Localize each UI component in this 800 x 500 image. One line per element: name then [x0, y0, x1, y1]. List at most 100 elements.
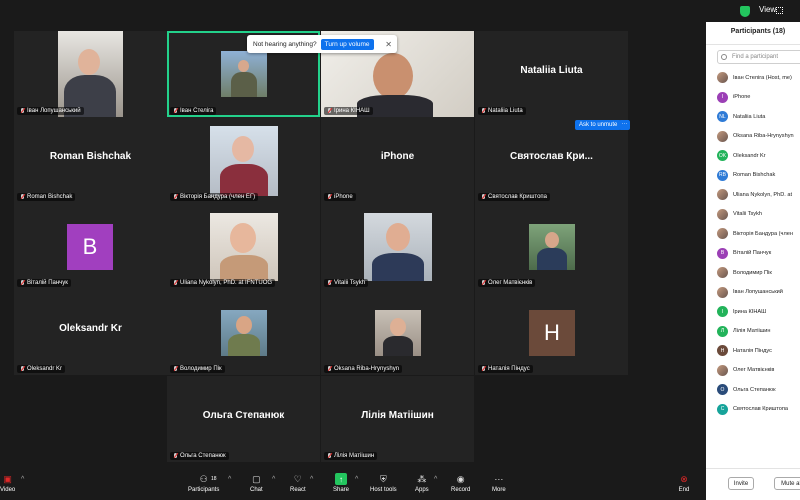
participant-list-item[interactable]: Іван Лопушанський	[717, 283, 800, 303]
turn-up-volume-button[interactable]: Turn up volume	[320, 38, 374, 50]
participant-list-item[interactable]: Володимир Пік	[717, 263, 800, 283]
participant-avatar	[717, 72, 728, 84]
participant-name-label: iPhone	[324, 193, 356, 201]
participant-name-label: Володимир Пік	[170, 365, 225, 373]
video-tile[interactable]: Oleksandr Kr Oleksandr Kr	[14, 289, 167, 375]
muted-mic-icon	[20, 280, 25, 286]
participant-list-item[interactable]: RB Roman Bishchak	[717, 166, 800, 186]
view-grid-icon[interactable]	[776, 7, 783, 14]
participant-avatar: NL	[717, 111, 728, 123]
participant-list-item[interactable]: H Наталія Піндус	[717, 341, 800, 361]
video-tile[interactable]: H Наталія Піндус	[475, 289, 628, 375]
react-button[interactable]: ♡ React	[290, 473, 306, 494]
video-options-caret-icon[interactable]: ^	[21, 476, 24, 483]
participant-avatar	[717, 130, 728, 142]
video-off-icon: ▣	[3, 473, 12, 484]
video-tile[interactable]: Володимир Пік	[167, 289, 320, 375]
chat-button[interactable]: ▢ Chat	[250, 473, 263, 494]
invite-button[interactable]: Invite	[728, 477, 754, 490]
chat-options-caret-icon[interactable]: ^	[272, 476, 275, 483]
apps-button[interactable]: ⁂ Apps	[415, 473, 429, 494]
video-tile[interactable]: Іван Лопушанський	[14, 31, 167, 117]
ask-to-unmute-button[interactable]: Ask to unmute	[575, 120, 622, 130]
participant-name-label: Oleksandr Kr	[17, 365, 66, 373]
muted-mic-icon	[327, 366, 332, 372]
participant-list-item[interactable]: Vitalii Tsykh	[717, 205, 800, 225]
participant-name-label: Ірина КІНАШ	[324, 107, 373, 115]
gallery-view: Іван Лопушанський Іван Стеліга Ірина КІН…	[0, 22, 706, 470]
tile-more-options-button[interactable]: ···	[619, 120, 630, 130]
view-button[interactable]: View	[759, 5, 776, 14]
security-shield-icon[interactable]	[740, 6, 750, 17]
participant-list-item[interactable]: C Святослав Криштопа	[717, 400, 800, 420]
participant-avatar: RB	[717, 169, 728, 181]
video-tile[interactable]: Uliana Nykolyn, PhD. at IFNTUOG	[167, 203, 320, 289]
more-button[interactable]: ⋯ More	[492, 473, 506, 494]
participant-list-item[interactable]: I Ірина КІНАШ	[717, 302, 800, 322]
participant-avatar	[717, 286, 728, 298]
apps-options-caret-icon[interactable]: ^	[434, 476, 437, 483]
close-icon[interactable]: ✕	[385, 40, 392, 49]
video-tile[interactable]: Nataliia Liuta Nataliia Liuta	[475, 31, 628, 117]
react-icon: ♡	[293, 473, 302, 484]
end-meeting-button[interactable]: ⊗ End	[678, 473, 690, 494]
muted-mic-icon	[481, 194, 486, 200]
participant-list-item[interactable]: Oksana Riba-Hrynyshyn	[717, 127, 800, 147]
participant-name: Ірина КІНАШ	[733, 308, 767, 315]
muted-mic-icon	[173, 280, 178, 286]
participant-avatar	[221, 310, 267, 356]
end-call-icon: ⊗	[680, 473, 688, 484]
participant-list-item[interactable]: Л Лілія Матіішин	[717, 322, 800, 342]
participant-avatar	[717, 267, 728, 279]
share-button[interactable]: ↑ Share	[333, 473, 349, 493]
participant-video	[58, 31, 123, 117]
participants-options-caret-icon[interactable]: ^	[228, 476, 231, 483]
participant-avatar: I	[717, 306, 728, 318]
participant-display-name: iPhone	[380, 151, 415, 162]
record-button[interactable]: ◉ Record	[451, 473, 470, 494]
participant-list-item[interactable]: OK Oleksandr Kr	[717, 146, 800, 166]
participant-search-input[interactable]: Find a participant	[717, 50, 800, 64]
participant-list-item[interactable]: O Ольга Степанюк	[717, 380, 800, 400]
video-tile[interactable]: Вікторія Бандура (член ЕГ)	[167, 117, 320, 203]
participant-list-item[interactable]: Вікторія Бандура (член	[717, 224, 800, 244]
video-tile[interactable]: Vitalii Tsykh	[321, 203, 474, 289]
video-tile[interactable]: Ольга Степанюк Ольга Степанюк	[167, 376, 320, 462]
participant-name: Наталія Піндус	[733, 347, 772, 354]
participant-name-label: Roman Bishchak	[17, 193, 76, 201]
participant-list-item[interactable]: Іван Стеліга (Host, me)	[717, 68, 800, 88]
participant-avatar	[210, 213, 278, 281]
participant-display-name: Ольга Степанюк	[202, 410, 285, 421]
divider	[706, 44, 800, 45]
participant-name-label: Іван Стеліга	[170, 107, 217, 115]
video-button[interactable]: ▣ Video	[0, 473, 15, 494]
video-tile[interactable]: Roman Bishchak Roman Bishchak	[14, 117, 167, 203]
participant-list-item[interactable]: NL Nataliia Liuta	[717, 107, 800, 127]
video-tile[interactable]: Олег Матвієнків	[475, 203, 628, 289]
share-options-caret-icon[interactable]: ^	[355, 476, 358, 483]
participant-name-label: Vitalii Tsykh	[324, 279, 369, 287]
video-tile[interactable]: Oksana Riba-Hrynyshyn	[321, 289, 474, 375]
participant-name: Олег Матвієнків	[733, 367, 775, 374]
muted-mic-icon	[20, 194, 25, 200]
participant-display-name: Святослав Кри...	[510, 151, 593, 162]
participants-panel-footer: Invite Mute al	[706, 468, 800, 500]
participant-name-label: Uliana Nykolyn, PhD. at IFNTUOG	[170, 279, 276, 287]
participant-list-item[interactable]: Олег Матвієнків	[717, 361, 800, 381]
video-tile[interactable]: Лілія Матіішин Лілія Матіішин	[321, 376, 474, 462]
participant-name-label: Ольга Степанюк	[170, 452, 229, 460]
participant-avatar: H	[717, 345, 728, 357]
participant-list-item[interactable]: Uliana Nykolyn, PhD. at	[717, 185, 800, 205]
participant-display-name: Oleksandr Kr	[59, 323, 122, 334]
video-tile[interactable]: B Віталій Панчук	[14, 203, 167, 289]
participant-name-label: Віталій Панчук	[17, 279, 71, 287]
video-tile[interactable]: iPhone iPhone	[321, 117, 474, 203]
participant-list-item[interactable]: B Віталій Панчук	[717, 244, 800, 264]
participant-letter-avatar: H	[529, 310, 575, 356]
participant-display-name: Roman Bishchak	[49, 151, 132, 162]
participant-list-item[interactable]: IiPhone	[717, 88, 800, 108]
host-tools-button[interactable]: ⛨ Host tools	[370, 473, 397, 494]
participants-count-badge: 18	[211, 476, 217, 482]
react-options-caret-icon[interactable]: ^	[310, 476, 313, 483]
mute-all-button[interactable]: Mute al	[774, 477, 800, 490]
